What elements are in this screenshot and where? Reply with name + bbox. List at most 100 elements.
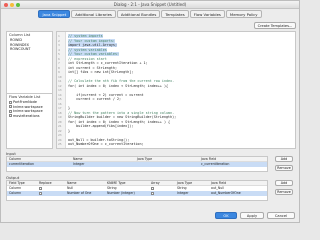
code-line[interactable]: builder.append(fibs[index]); [68,124,133,128]
line-number: 6 [58,56,60,61]
code-line[interactable]: import java.util.Arrays; [68,43,117,47]
output-add-button[interactable]: Add [275,180,293,186]
code-line[interactable]: int[] fibs = new int[StrLength]; [68,70,133,74]
code-line[interactable]: if(current < 2) current = current [68,93,143,97]
input-cell-type[interactable] [135,162,199,167]
output-cell-knime-type[interactable]: Number (integer) [105,191,149,196]
replace-checkbox[interactable] [39,191,42,195]
input-add-button[interactable]: Add [275,156,293,162]
line-number: 24 [58,137,62,142]
output-table: Field Type Replace Name KNIME Type Array… [6,180,268,201]
line-number: 10 [58,74,62,79]
code-line[interactable]: current = current / 2; [68,97,121,101]
line-number: 21 [58,124,62,128]
output-col-replace[interactable]: Replace [37,181,65,185]
line-number: 9 [58,70,60,74]
code-line[interactable]: // system imports [68,34,103,38]
code-line[interactable]: // expression start [68,57,107,61]
line-number: 13 [58,88,62,92]
dialog-window: Dialog - 2:1 - Java Snippet (Untitled) J… [0,0,300,223]
line-number: 20 [58,119,62,124]
output-col-java-type[interactable]: Java Type [175,181,209,185]
line-number: 16 [58,101,62,106]
title-bar: Dialog - 2:1 - Java Snippet (Untitled) [1,1,299,9]
code-line[interactable] [68,88,76,92]
output-remove-button[interactable]: Remove [275,189,293,195]
input-cell-column[interactable]: currentIteration [7,162,71,167]
output-cell-field-type[interactable]: Column [7,191,37,196]
code-line[interactable]: StringBuilder builder = new StringBuilde… [68,115,176,119]
flow-variable-label: movieIterations [13,113,40,118]
minimize-icon[interactable] [10,3,14,7]
output-cell-java-type[interactable]: Integer [175,191,209,196]
flow-variable-icon [9,100,12,104]
output-col-name[interactable]: Name [65,181,105,185]
cancel-button[interactable]: Cancel [267,212,295,219]
line-number: 4 [58,47,60,52]
window-title: Dialog - 2:1 - Java Snippet (Untitled) [113,2,187,7]
code-line[interactable]: } [68,129,70,133]
code-line[interactable]: // Calculate the nth fib from the curren… [68,79,174,83]
code-line[interactable]: int StrLength = c_currentIteration + 1; [68,61,148,65]
code-line[interactable]: out_NumberOfOne = c_currentIteration; [68,142,144,146]
input-cell-name[interactable]: Integer [71,162,135,167]
code-line[interactable]: // Now turn the pattern into a single st… [68,111,174,115]
tab-flow-variables[interactable]: Flow Variables [189,10,225,18]
line-number: 17 [58,106,62,110]
tab-java-snippet[interactable]: Java Snippet [38,10,71,18]
output-col-field-type[interactable]: Field Type [7,181,37,185]
line-number: 11 [58,79,62,83]
input-col-column[interactable]: Column [7,157,71,161]
code-line[interactable]: // Your custom imports: [68,38,115,43]
tab-bar: Java Snippet Additional Libraries Additi… [1,10,299,19]
output-col-array[interactable]: Array [149,181,175,185]
line-number: 1 [58,34,60,38]
code-line[interactable]: // system variables [68,47,107,52]
output-cell-replace[interactable] [37,191,65,196]
line-number: 2 [58,38,60,43]
table-row[interactable]: Column Number of One Number (integer) In… [7,191,267,196]
input-cell-field[interactable]: c_currentIteration [199,162,267,167]
array-checkbox[interactable] [151,186,154,190]
column-list-item[interactable]: ROWCOUNT [7,47,52,52]
line-number: 23 [58,133,62,137]
code-editor[interactable]: 1 2 3 4 5 6 7 8 9 10 11 12 13 14 15 16 17 18 19 20 21 22 23 24 2… [56,31,296,149]
input-remove-button[interactable]: Remove [275,165,293,171]
output-col-knime-type[interactable]: KNIME Type [105,181,149,185]
flow-variable-item[interactable]: movieIterations [7,114,52,119]
code-line[interactable]: out_Null = builder.toString(); [68,138,129,142]
line-number-gutter: 1 2 3 4 5 6 7 8 9 10 11 12 13 14 15 16 17 18 19 20 21 22 23 24 2… [57,32,66,148]
code-line[interactable]: // Your custom variables: [68,52,120,56]
flow-variable-icon [9,109,12,113]
close-icon[interactable] [4,3,8,7]
create-templates-button[interactable]: Create Templates... [254,22,296,29]
output-col-java-field[interactable]: Java Field [209,181,267,185]
output-cell-name[interactable]: Number of One [65,191,105,196]
maximize-icon[interactable] [16,3,20,7]
tab-additional-libraries[interactable]: Additional Libraries [71,10,116,18]
tab-memory-policy[interactable]: Memory Policy [225,10,262,18]
input-col-name[interactable]: Name [71,157,135,161]
line-number: 19 [58,115,62,119]
input-col-java-field[interactable]: Java Field [199,157,267,161]
tab-templates[interactable]: Templates [161,10,189,18]
input-col-java-type[interactable]: Java Type [135,157,199,161]
code-line[interactable]: for( int index = 0; index < StrLength; i… [68,84,168,88]
line-number: 8 [58,65,60,70]
replace-checkbox[interactable] [39,186,42,190]
apply-button[interactable]: Apply [240,212,264,219]
output-cell-java-field[interactable]: out_NumberOfOne [209,191,267,196]
output-cell-array[interactable] [149,191,175,196]
code-line[interactable]: int current = StrLength; [68,66,117,70]
tab-additional-bundles[interactable]: Additional Bundles [116,10,161,18]
line-number: 25 [58,142,62,146]
code-line[interactable]: for( int index = 0; index < StrLength; i… [68,120,170,124]
code-line[interactable]: } [68,106,70,110]
line-number: 12 [58,83,62,88]
table-row[interactable]: currentIteration Integer c_currentIterat… [7,162,267,167]
array-checkbox[interactable] [151,191,154,195]
ok-button[interactable]: OK [215,212,237,219]
line-number: 15 [58,97,62,101]
line-number: 22 [58,128,62,133]
flow-variable-icon [9,105,12,109]
